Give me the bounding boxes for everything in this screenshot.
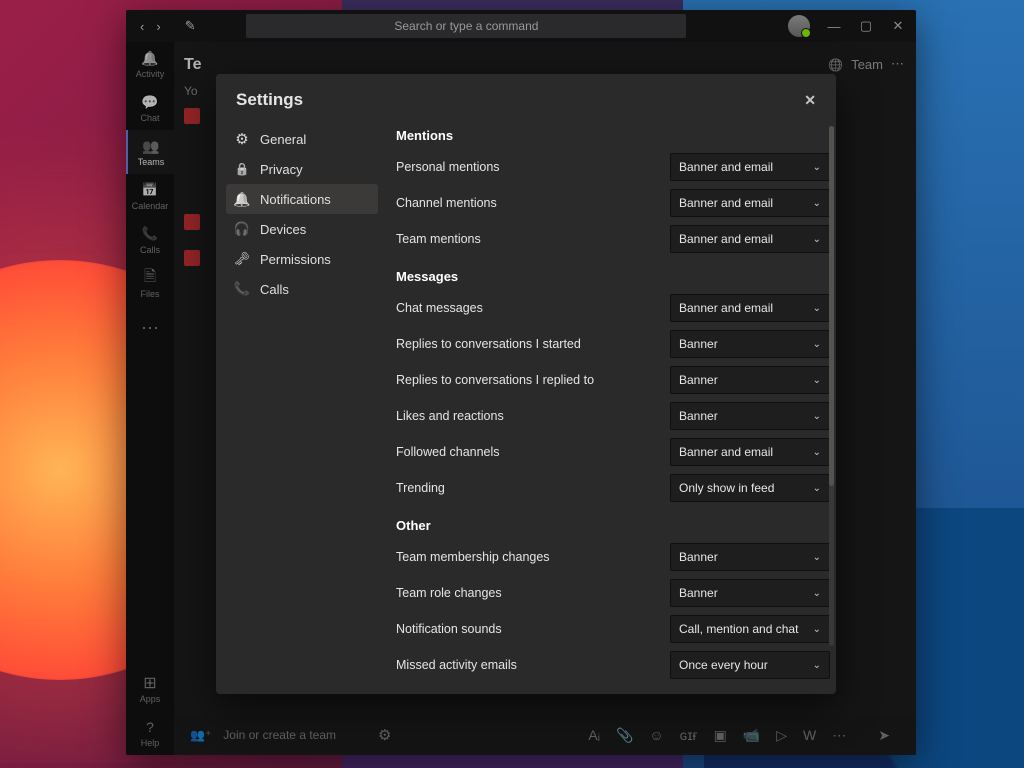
setting-label: Replies to conversations I started (396, 337, 670, 351)
chevron-down-icon: ⌄ (813, 303, 821, 314)
key-icon (234, 251, 250, 267)
headset-icon (234, 221, 250, 237)
gear-icon (234, 131, 250, 147)
chevron-down-icon: ⌄ (813, 552, 821, 563)
setting-row: Followed channels Banner and email ⌄ (396, 438, 830, 466)
setting-row: Team mentions Banner and email ⌄ (396, 225, 830, 253)
setting-label: Followed channels (396, 445, 670, 459)
dropdown-value: Once every hour (679, 658, 768, 672)
dropdown-value: Banner and email (679, 160, 773, 174)
teams-app-window: ‹ › ✎ Search or type a command — ▢ ✕ Act… (126, 10, 916, 755)
chevron-down-icon: ⌄ (813, 624, 821, 635)
lock-icon (234, 161, 250, 177)
setting-row: Replies to conversations I startedBanner… (396, 330, 830, 358)
setting-row: Team role changes Banner ⌄ (396, 579, 830, 607)
chevron-down-icon: ⌄ (813, 375, 821, 386)
dropdown-value: Banner (679, 550, 718, 564)
settings-nav-privacy[interactable]: Privacy (226, 154, 378, 184)
dropdown-value: Banner and email (679, 196, 773, 210)
dropdown-value: Banner and email (679, 301, 773, 315)
dropdown-value: Only show in feed (679, 481, 774, 495)
chevron-down-icon: ⌄ (813, 483, 821, 494)
setting-dropdown[interactable]: Banner ⌄ (670, 366, 830, 394)
setting-dropdown[interactable]: Only show in feed ⌄ (670, 474, 830, 502)
setting-dropdown[interactable]: Call, mention and chat ⌄ (670, 615, 830, 643)
setting-label: Likes and reactions (396, 409, 670, 423)
section-other: Other (396, 518, 830, 533)
setting-row: Notification soundsCall, mention and cha… (396, 615, 830, 643)
chevron-down-icon: ⌄ (813, 588, 821, 599)
dropdown-value: Banner (679, 373, 718, 387)
chevron-down-icon: ⌄ (813, 234, 821, 245)
search-input[interactable]: Search or type a command (246, 14, 686, 38)
section-mentions: Mentions (396, 128, 830, 143)
setting-row: Replies to conversations I replied toBan… (396, 366, 830, 394)
setting-label: Personal mentions (396, 160, 670, 174)
window-maximize-icon[interactable]: ▢ (858, 18, 874, 34)
setting-dropdown[interactable]: Banner and email ⌄ (670, 153, 830, 181)
settings-nav-devices[interactable]: Devices (226, 214, 378, 244)
setting-dropdown[interactable]: Banner ⌄ (670, 330, 830, 358)
settings-nav-calls[interactable]: Calls (226, 274, 378, 304)
setting-dropdown[interactable]: Once every hour ⌄ (670, 651, 830, 679)
setting-dropdown[interactable]: Banner and email ⌄ (670, 294, 830, 322)
nav-forward-icon[interactable]: › (156, 19, 160, 34)
dropdown-value: Banner (679, 586, 718, 600)
setting-row: Team membership changes Banner ⌄ (396, 543, 830, 571)
setting-row: Trending Only show in feed ⌄ (396, 474, 830, 502)
dropdown-value: Call, mention and chat (679, 622, 798, 636)
chevron-down-icon: ⌄ (813, 198, 821, 209)
section-messages: Messages (396, 269, 830, 284)
setting-row: Likes and reactions Banner ⌄ (396, 402, 830, 430)
setting-label: Channel mentions (396, 196, 670, 210)
setting-label: Notification sounds (396, 622, 670, 636)
settings-nav-notifications[interactable]: Notifications (226, 184, 378, 214)
settings-modal: Settings ✕ General Privacy Notifications (216, 74, 836, 694)
settings-nav-general[interactable]: General (226, 124, 378, 154)
setting-label: Team role changes (396, 586, 670, 600)
setting-dropdown[interactable]: Banner ⌄ (670, 543, 830, 571)
setting-dropdown[interactable]: Banner ⌄ (670, 579, 830, 607)
compose-icon[interactable]: ✎ (185, 18, 196, 34)
chevron-down-icon: ⌄ (813, 162, 821, 173)
setting-dropdown[interactable]: Banner and email ⌄ (670, 225, 830, 253)
avatar[interactable] (788, 15, 810, 37)
setting-label: Missed activity emails (396, 658, 670, 672)
window-close-icon[interactable]: ✕ (890, 18, 906, 34)
setting-row: Missed activity emails Once every hour ⌄ (396, 651, 830, 679)
setting-dropdown[interactable]: Banner and email ⌄ (670, 189, 830, 217)
dropdown-value: Banner (679, 337, 718, 351)
setting-label: Replies to conversations I replied to (396, 373, 670, 387)
bell-icon (234, 191, 250, 207)
nav-back-icon[interactable]: ‹ (140, 19, 144, 34)
titlebar: ‹ › ✎ Search or type a command — ▢ ✕ (126, 10, 916, 42)
settings-nav: General Privacy Notifications Devices Pe… (216, 120, 386, 694)
close-icon[interactable]: ✕ (804, 92, 816, 109)
setting-label: Chat messages (396, 301, 670, 315)
setting-row: Personal mentions Banner and email ⌄ (396, 153, 830, 181)
settings-content[interactable]: Mentions Personal mentionsBanner and ema… (386, 120, 836, 694)
setting-label: Trending (396, 481, 670, 495)
chevron-down-icon: ⌄ (813, 339, 821, 350)
window-minimize-icon[interactable]: — (826, 18, 842, 34)
settings-title: Settings (236, 90, 303, 110)
setting-dropdown[interactable]: Banner and email ⌄ (670, 438, 830, 466)
dropdown-value: Banner and email (679, 445, 773, 459)
settings-nav-permissions[interactable]: Permissions (226, 244, 378, 274)
modal-scrollbar[interactable] (829, 126, 834, 646)
setting-row: Chat messages Banner and email ⌄ (396, 294, 830, 322)
chevron-down-icon: ⌄ (813, 660, 821, 671)
dropdown-value: Banner (679, 409, 718, 423)
setting-row: Channel mentions Banner and email ⌄ (396, 189, 830, 217)
dropdown-value: Banner and email (679, 232, 773, 246)
setting-dropdown[interactable]: Banner ⌄ (670, 402, 830, 430)
phone-icon (234, 281, 250, 297)
setting-label: Team mentions (396, 232, 670, 246)
chevron-down-icon: ⌄ (813, 447, 821, 458)
chevron-down-icon: ⌄ (813, 411, 821, 422)
setting-label: Team membership changes (396, 550, 670, 564)
